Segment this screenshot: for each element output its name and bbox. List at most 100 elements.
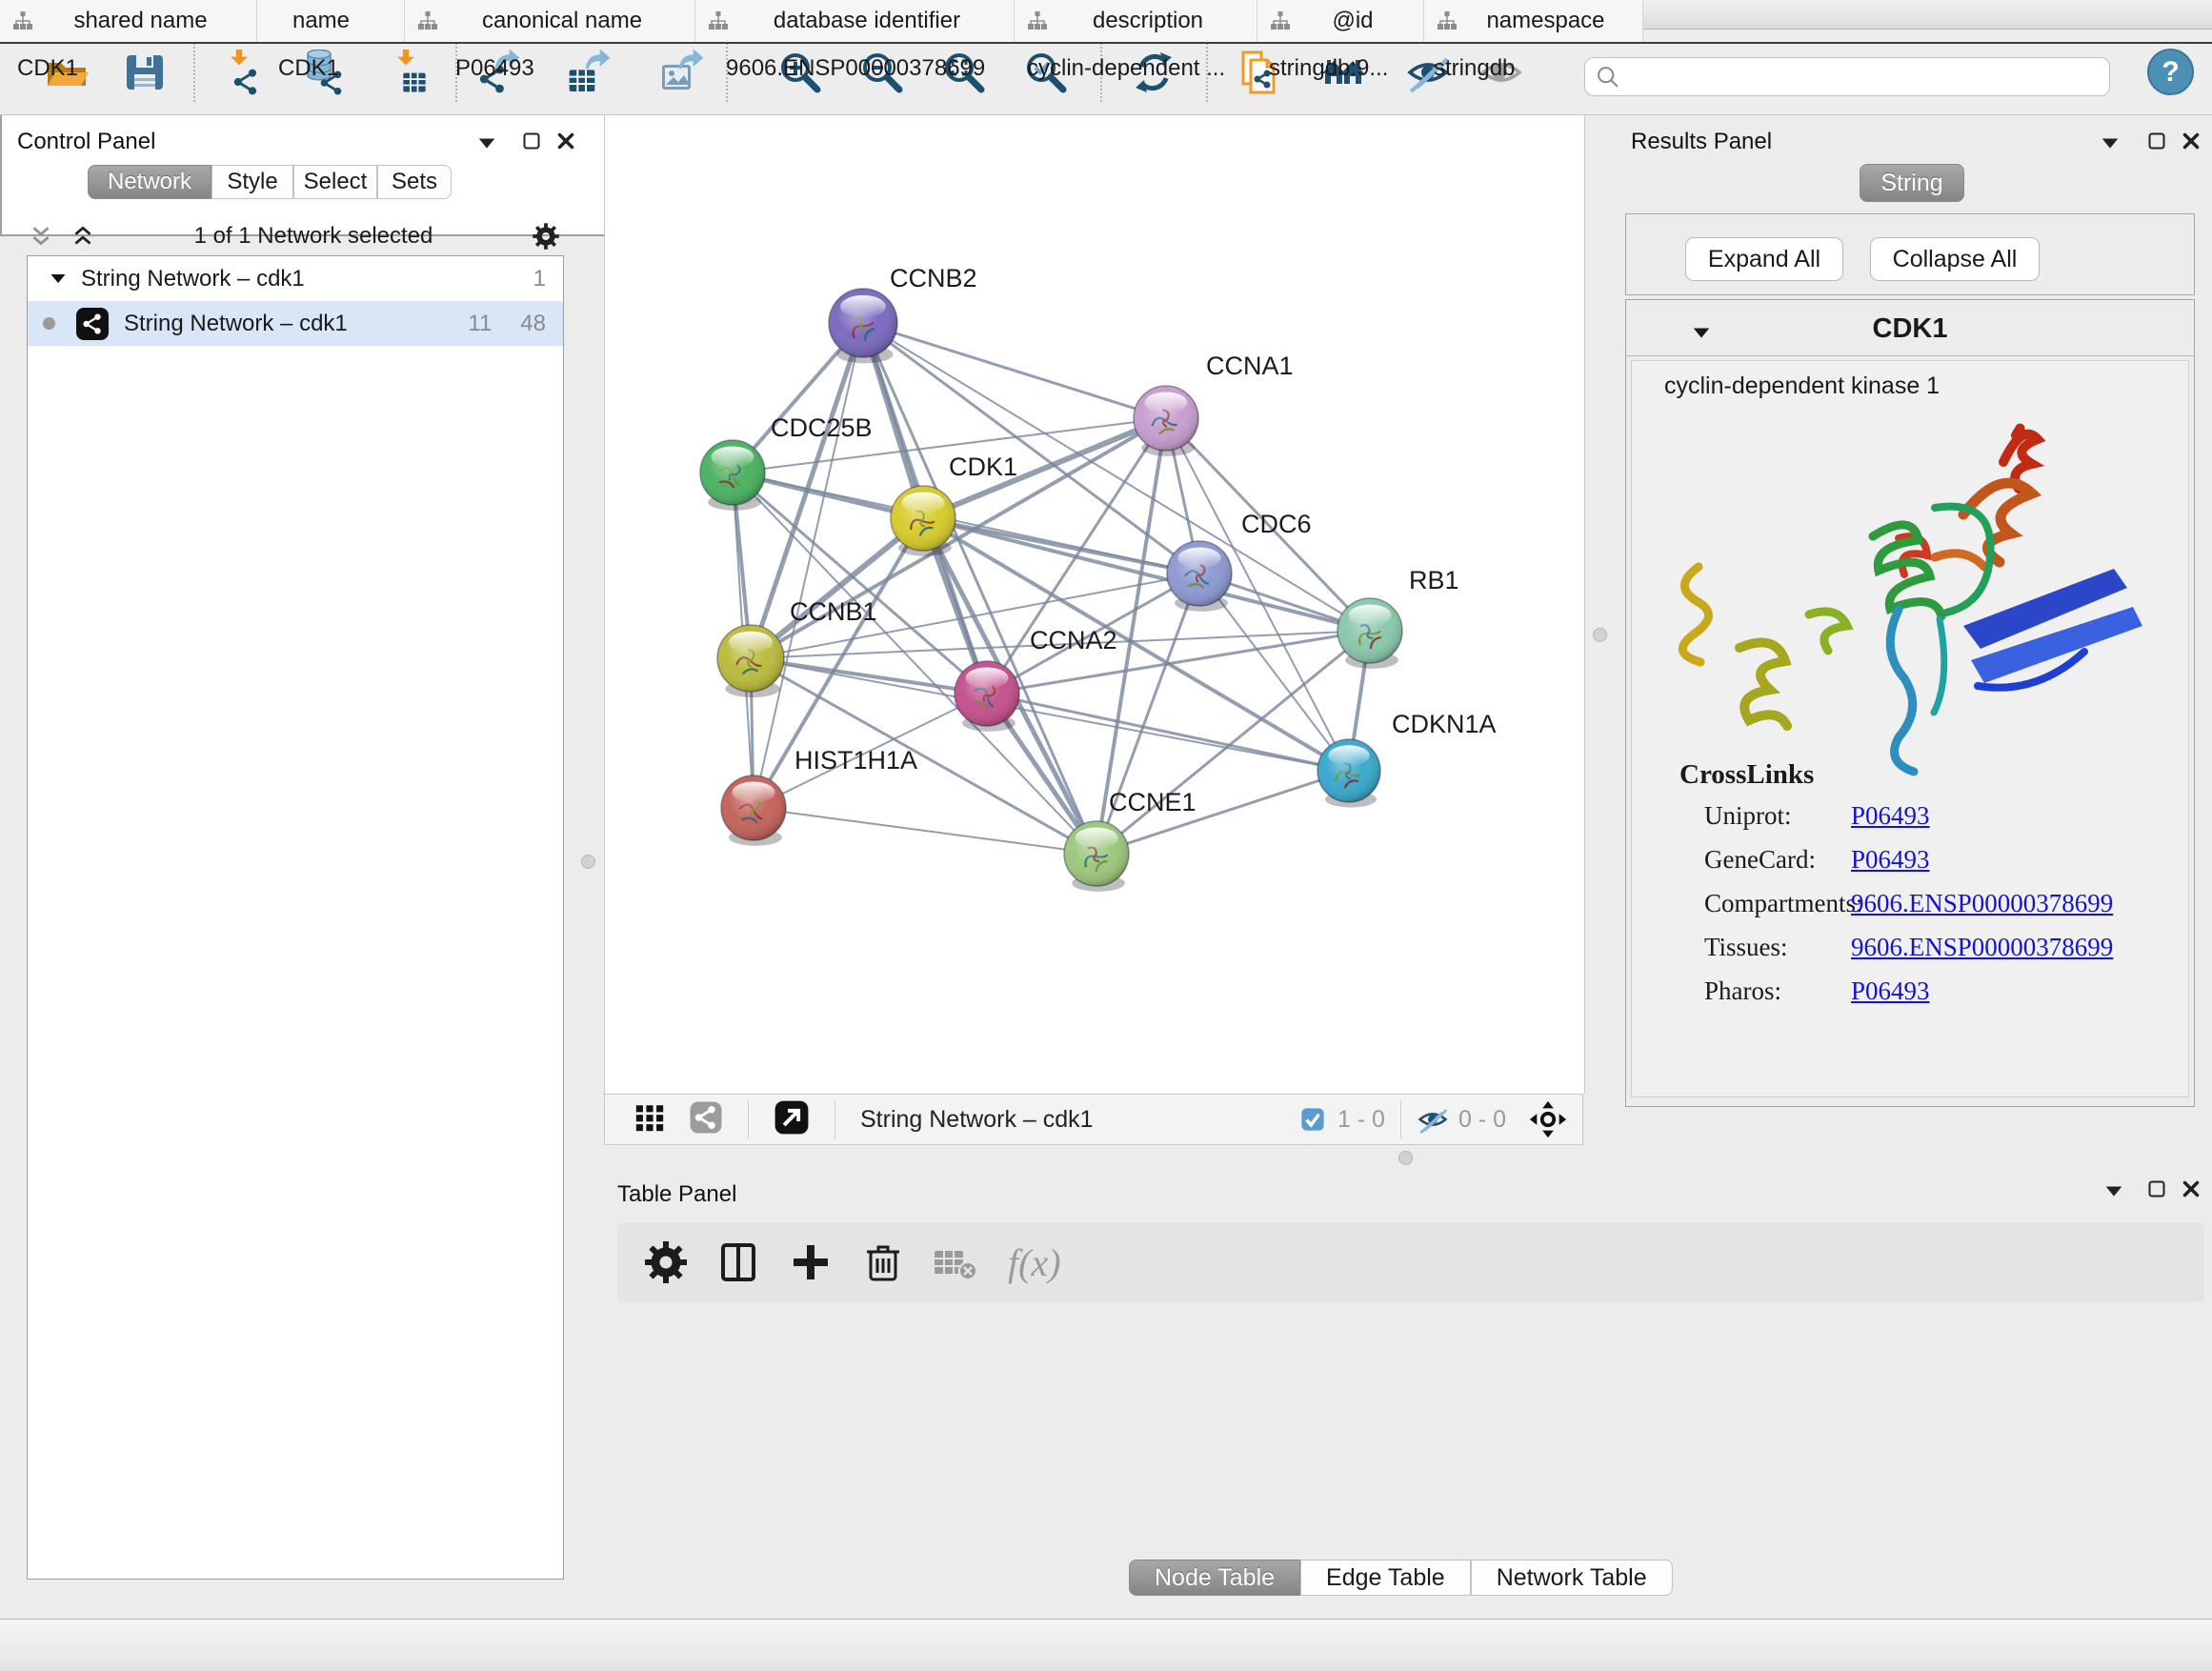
export-image-button[interactable] bbox=[657, 47, 709, 98]
node-label[interactable]: HIST1H1A bbox=[794, 746, 917, 775]
crosslink-genecard-link[interactable]: P06493 bbox=[1851, 845, 1930, 875]
help-button[interactable]: ? bbox=[2147, 49, 2194, 95]
network-edge[interactable] bbox=[923, 518, 1199, 574]
expand-all-icon[interactable] bbox=[70, 224, 95, 249]
table-settings-button[interactable] bbox=[642, 1238, 690, 1286]
crosslink-uniprot-link[interactable]: P06493 bbox=[1851, 801, 1930, 831]
cell-namespace[interactable]: stringdb bbox=[1434, 50, 1515, 88]
network-view-button[interactable] bbox=[689, 1100, 723, 1139]
crosslink-compartments-link[interactable]: 9606.ENSP00000378699 bbox=[1851, 889, 2113, 918]
table-header-divider bbox=[0, 42, 1582, 44]
tab-select[interactable]: Select bbox=[293, 165, 377, 199]
column-header-database-identifier[interactable]: database identifier bbox=[695, 0, 1015, 42]
grid-icon bbox=[633, 1101, 666, 1134]
detach-view-button[interactable] bbox=[774, 1099, 810, 1140]
toolbar-separator bbox=[193, 43, 195, 102]
node-label[interactable]: CCNA1 bbox=[1206, 352, 1294, 380]
table-toolbar: f(x) bbox=[617, 1222, 2204, 1302]
network-node[interactable]: CCNB2 bbox=[829, 264, 977, 363]
hidden-eye-icon[interactable] bbox=[1417, 1103, 1449, 1136]
network-node[interactable]: CCNA1 bbox=[1134, 352, 1294, 456]
node-label[interactable]: CDC25B bbox=[771, 413, 873, 442]
node-label[interactable]: CCNA2 bbox=[1030, 626, 1117, 654]
export-table-button[interactable] bbox=[564, 47, 615, 98]
crosslink-label: Pharos: bbox=[1704, 976, 1781, 1006]
network-row-selected[interactable]: String Network – cdk1 11 48 bbox=[28, 301, 563, 346]
search-input[interactable] bbox=[1629, 63, 2100, 91]
selected-checkbox-icon[interactable] bbox=[1299, 1106, 1326, 1133]
cell-name[interactable]: CDK1 bbox=[278, 50, 339, 88]
create-column-button[interactable] bbox=[787, 1238, 835, 1286]
gear-icon[interactable] bbox=[532, 222, 560, 251]
crosslink-pharos-link[interactable]: P06493 bbox=[1851, 976, 1930, 1006]
status-bar: Memory bbox=[0, 1619, 2212, 1671]
save-session-button[interactable] bbox=[119, 47, 171, 98]
network-list-toolbar: 1 of 1 Network selected bbox=[29, 217, 560, 255]
network-node[interactable]: CDKN1A bbox=[1317, 710, 1497, 808]
bottom-splitter-handle[interactable] bbox=[1398, 1151, 1413, 1165]
cell-database-identifier[interactable]: 9606.ENSP00000378699 bbox=[726, 50, 985, 88]
crosslink-tissues-link[interactable]: 9606.ENSP00000378699 bbox=[1851, 933, 2113, 962]
tab-edge-table[interactable]: Edge Table bbox=[1300, 1560, 1471, 1596]
delete-column-button[interactable] bbox=[859, 1238, 907, 1286]
column-header-canonical-name[interactable]: canonical name bbox=[405, 0, 695, 42]
cell-id[interactable]: stringdb:9... bbox=[1269, 50, 1388, 88]
column-header-namespace[interactable]: namespace bbox=[1424, 0, 1582, 42]
close-panel-icon[interactable] bbox=[2180, 1178, 2202, 1200]
network-node[interactable]: RB1 bbox=[1337, 566, 1459, 669]
node-label[interactable]: CDK1 bbox=[949, 453, 1017, 481]
close-panel-icon[interactable] bbox=[2180, 130, 2202, 152]
import-table-file-button[interactable] bbox=[383, 47, 434, 98]
network-edge[interactable] bbox=[987, 694, 1349, 771]
expand-all-button[interactable]: Expand All bbox=[1685, 237, 1843, 281]
birdseye-icon[interactable] bbox=[1529, 1100, 1567, 1138]
right-splitter-handle[interactable] bbox=[1593, 628, 1607, 642]
cell-shared-name[interactable]: CDK1 bbox=[17, 50, 78, 88]
float-panel-icon[interactable] bbox=[2145, 130, 2168, 152]
tab-string[interactable]: String bbox=[1860, 164, 1964, 202]
columns-icon bbox=[715, 1239, 761, 1285]
network-graph[interactable]: CCNB2 CCNA1 CDC25B CDK1 CDC6 RB1 CCNB1 CCNA2 CDK… bbox=[605, 115, 1584, 1094]
tree-icon bbox=[1269, 10, 1292, 32]
collapse-arrow-icon[interactable] bbox=[49, 270, 68, 289]
network-collection-row[interactable]: String Network – cdk1 1 bbox=[28, 256, 563, 301]
show-columns-button[interactable] bbox=[714, 1238, 762, 1286]
node-label[interactable]: CDC6 bbox=[1241, 510, 1312, 538]
tab-network-table[interactable]: Network Table bbox=[1471, 1560, 1673, 1596]
tab-network[interactable]: Network bbox=[88, 165, 211, 199]
left-splitter-handle[interactable] bbox=[581, 855, 595, 869]
close-panel-icon[interactable] bbox=[554, 130, 577, 152]
collapse-all-icon[interactable] bbox=[29, 224, 53, 249]
network-node[interactable]: CCNE1 bbox=[1064, 788, 1196, 892]
column-header-id[interactable]: @id bbox=[1257, 0, 1424, 42]
import-network-file-button[interactable] bbox=[216, 47, 268, 98]
results-panel-title: Results Panel bbox=[1631, 129, 1772, 155]
cell-canonical-name[interactable]: P06493 bbox=[455, 50, 534, 88]
node-label[interactable]: CDKN1A bbox=[1392, 710, 1497, 738]
column-header-name[interactable]: name bbox=[257, 0, 405, 42]
network-edge[interactable] bbox=[863, 323, 1166, 418]
tab-node-table[interactable]: Node Table bbox=[1129, 1560, 1300, 1596]
cell-description[interactable]: cyclin-dependent ... bbox=[1027, 50, 1225, 88]
network-edge[interactable] bbox=[754, 323, 863, 808]
column-header-shared-name[interactable]: shared name bbox=[0, 0, 257, 42]
tab-style[interactable]: Style bbox=[211, 165, 293, 199]
network-edge[interactable] bbox=[863, 323, 1370, 631]
network-list: String Network – cdk1 1 String Network –… bbox=[27, 255, 564, 1580]
node-label[interactable]: RB1 bbox=[1409, 566, 1459, 594]
column-header-description[interactable]: description bbox=[1015, 0, 1257, 42]
float-panel-icon[interactable] bbox=[2145, 1178, 2168, 1200]
tab-sets[interactable]: Sets bbox=[377, 165, 452, 199]
float-panel-icon[interactable] bbox=[520, 130, 543, 152]
network-canvas[interactable]: CCNB2 CCNA1 CDC25B CDK1 CDC6 RB1 CCNB1 CCNA2 CDK… bbox=[604, 115, 1585, 1094]
panel-menu-icon[interactable] bbox=[2100, 133, 2121, 154]
node-label[interactable]: CCNE1 bbox=[1109, 788, 1196, 816]
panel-menu-icon[interactable] bbox=[2103, 1181, 2124, 1202]
grid-view-button[interactable] bbox=[633, 1101, 666, 1138]
node-label[interactable]: CCNB2 bbox=[890, 264, 977, 292]
network-node[interactable]: CDC25B bbox=[700, 413, 873, 511]
collapse-all-button[interactable]: Collapse All bbox=[1870, 237, 2040, 281]
panel-menu-icon[interactable] bbox=[476, 133, 497, 154]
node-label[interactable]: CCNB1 bbox=[790, 597, 877, 626]
network-edge[interactable] bbox=[754, 808, 1096, 854]
